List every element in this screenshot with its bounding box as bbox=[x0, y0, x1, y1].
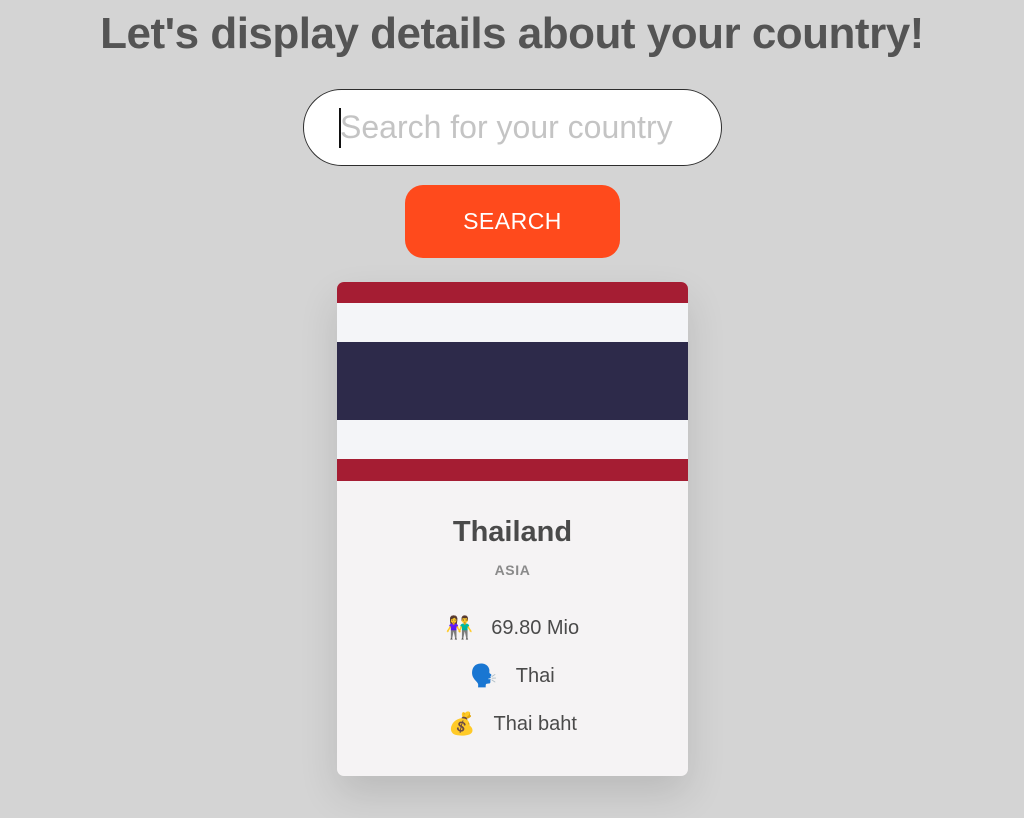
country-card: Thailand ASIA 👫 69.80 Mio 🗣️ Thai 💰 Thai ba… bbox=[337, 282, 688, 776]
country-name: Thailand bbox=[452, 516, 573, 548]
search-input[interactable] bbox=[340, 104, 700, 150]
language-value: Thai bbox=[515, 665, 555, 687]
page-title: Let's display details about your country… bbox=[100, 9, 924, 58]
currency-value: Thai baht bbox=[493, 713, 577, 735]
country-region: ASIA bbox=[494, 562, 531, 578]
flag-stripe-white-bottom bbox=[337, 420, 688, 459]
flag-stripe-red-top bbox=[337, 282, 688, 303]
population-row: 👫 69.80 Mio bbox=[337, 613, 688, 643]
speaking-head-icon: 🗣️ bbox=[470, 663, 498, 688]
search-button[interactable]: SEARCH bbox=[405, 185, 620, 258]
people-holding-hands-icon: 👫 bbox=[445, 615, 474, 640]
flag-stripe-blue bbox=[337, 342, 688, 420]
text-cursor bbox=[339, 108, 341, 148]
country-flag bbox=[337, 282, 688, 481]
flag-stripe-white-top bbox=[337, 303, 688, 342]
flag-stripe-red-bottom bbox=[337, 459, 688, 481]
language-row: 🗣️ Thai bbox=[337, 661, 688, 691]
page: Let's display details about your country… bbox=[0, 0, 1024, 818]
population-value: 69.80 Mio bbox=[491, 617, 580, 639]
money-bag-icon: 💰 bbox=[448, 711, 476, 736]
search-field[interactable] bbox=[303, 89, 722, 166]
currency-row: 💰 Thai baht bbox=[337, 709, 688, 739]
